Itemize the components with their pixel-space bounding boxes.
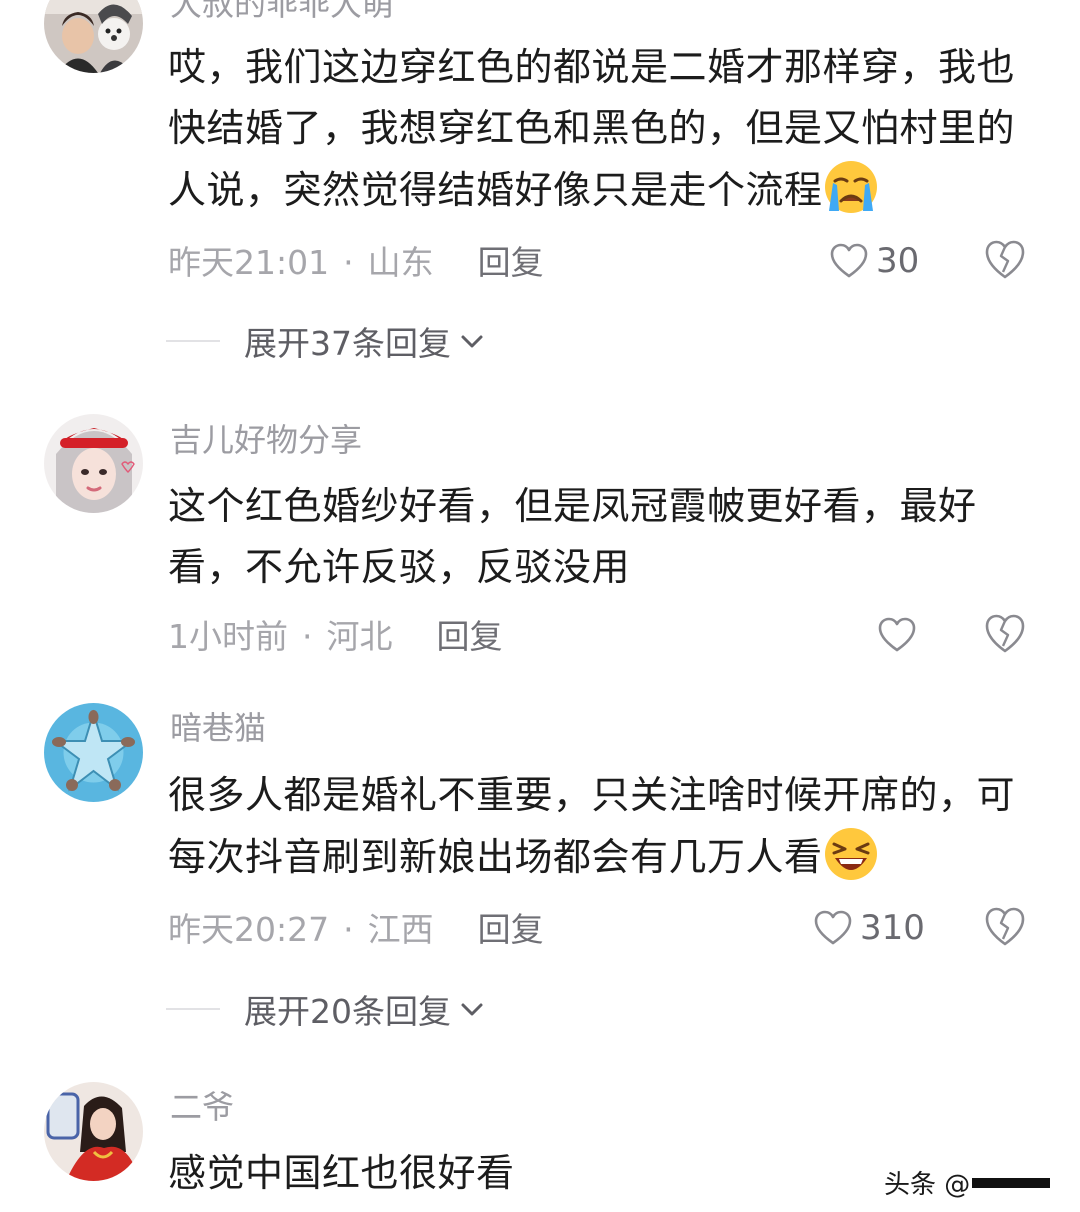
location: 河北 xyxy=(326,617,393,656)
chevron-down-icon xyxy=(461,335,483,348)
comment-text-content: 这个红色婚纱好看，但是凤冠霞帔更好看，最好看，不允许反驳，反驳没用 xyxy=(168,484,977,589)
timestamp: 昨天20:27 xyxy=(168,910,330,949)
expand-replies-label: 展开20条回复 xyxy=(244,992,451,1031)
like-count: 30 xyxy=(876,241,920,281)
heart-outline-icon xyxy=(830,243,868,278)
comment-text-content: 哎，我们这边穿红色的都说是二婚才那样穿，我也快结婚了，我想穿红色和黑色的，但是又… xyxy=(168,45,1016,212)
comment-meta: 昨天21:01 · 山东 回复 xyxy=(168,236,544,286)
comment-text: 哎，我们这边穿红色的都说是二婚才那样穿，我也快结婚了，我想穿红色和黑色的，但是又… xyxy=(168,37,1018,221)
reply-button[interactable]: 回复 xyxy=(478,903,544,951)
comment-text-content: 感觉中国红也很好看 xyxy=(168,1151,515,1195)
username[interactable]: 吉儿好物分享 xyxy=(170,424,362,456)
username[interactable]: 暗巷猫 xyxy=(170,712,266,744)
avatar[interactable] xyxy=(44,1082,143,1181)
expand-replies-label: 展开37条回复 xyxy=(244,324,451,363)
comment-text-content: 很多人都是婚礼不重要，只关注啥时候开席的，可每次抖音刷到新娘出场都会有几万人看 xyxy=(168,773,1016,879)
divider xyxy=(166,1008,220,1010)
avatar[interactable] xyxy=(44,703,143,802)
avatar[interactable] xyxy=(44,0,143,73)
heart-outline-icon xyxy=(878,617,916,652)
broken-heart-icon[interactable] xyxy=(984,613,1026,655)
avatar-image xyxy=(44,0,143,73)
username[interactable]: 大叔的乖乖大萌 xyxy=(170,0,394,20)
like-button[interactable]: 310 xyxy=(814,903,925,953)
redaction-bar xyxy=(972,1177,1051,1188)
comment-meta: 1小时前 · 河北 回复 xyxy=(168,610,503,660)
crying-face-emoji xyxy=(824,161,877,213)
like-button[interactable]: 30 xyxy=(830,236,919,286)
avatar-image xyxy=(44,414,143,513)
broken-heart-icon[interactable] xyxy=(984,906,1026,948)
avatar-image xyxy=(44,1082,143,1181)
comment-text: 很多人都是婚礼不重要，只关注啥时候开席的，可每次抖音刷到新娘出场都会有几万人看 xyxy=(168,765,1018,888)
watermark: 头条 @ xyxy=(884,1164,1051,1201)
meta-separator: · xyxy=(302,617,313,656)
avatar-image xyxy=(44,703,143,802)
expand-replies-button[interactable]: 展开37条回复 xyxy=(166,316,487,366)
watermark-text: 头条 @ xyxy=(884,1170,971,1200)
location: 山东 xyxy=(367,243,434,282)
chevron-down-icon xyxy=(461,1003,483,1016)
avatar[interactable] xyxy=(44,414,143,513)
reply-button[interactable]: 回复 xyxy=(437,610,503,658)
username[interactable]: 二爷 xyxy=(170,1091,234,1123)
comment-meta: 昨天20:27 · 江西 回复 xyxy=(168,903,544,953)
divider xyxy=(166,340,220,342)
like-button[interactable] xyxy=(878,610,924,660)
meta-separator: · xyxy=(343,243,354,282)
location: 江西 xyxy=(367,910,434,949)
reply-button[interactable]: 回复 xyxy=(478,236,544,284)
meta-separator: · xyxy=(343,910,354,949)
like-count: 310 xyxy=(860,908,925,948)
laughing-face-emoji xyxy=(824,828,877,880)
heart-outline-icon xyxy=(814,910,852,945)
timestamp: 昨天21:01 xyxy=(168,243,330,282)
expand-replies-button[interactable]: 展开20条回复 xyxy=(166,984,487,1034)
timestamp: 1小时前 xyxy=(168,617,288,656)
broken-heart-icon[interactable] xyxy=(984,239,1026,281)
comment-text: 这个红色婚纱好看，但是凤冠霞帔更好看，最好看，不允许反驳，反驳没用 xyxy=(168,476,1018,598)
